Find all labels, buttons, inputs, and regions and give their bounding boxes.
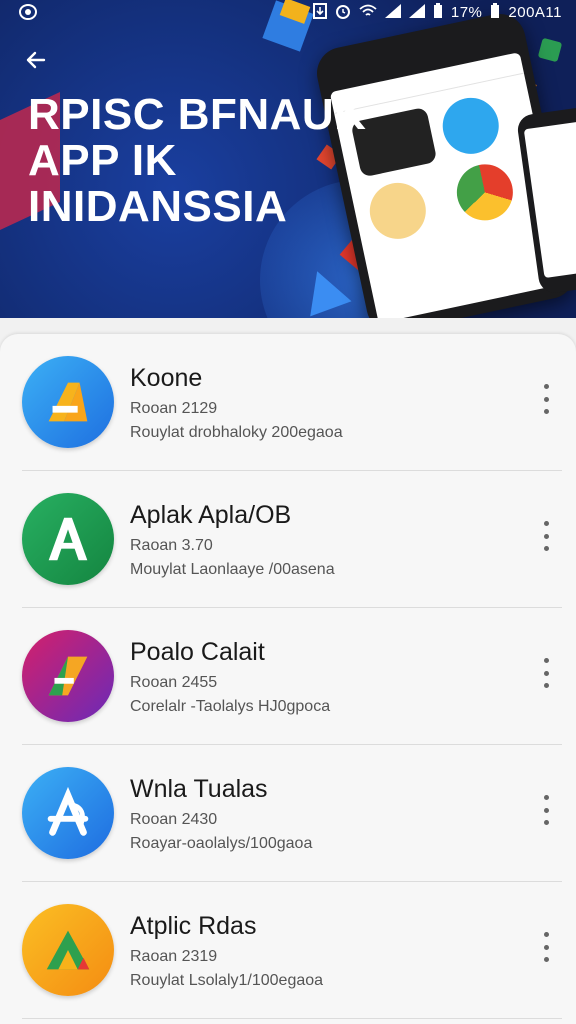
app-description: Roayar-oaolalys/100gaoa (130, 835, 313, 852)
app-meta: Rooan 2430 (130, 811, 218, 828)
list-item[interactable]: Aplak Apla/OB Raoan 3.70 Mouylat Laonlaa… (0, 471, 576, 608)
app-name: Aplak Apla/OB (130, 501, 292, 529)
arrow-left-icon (26, 51, 46, 69)
decorative-shape (537, 37, 563, 63)
more-options-button[interactable] (534, 384, 558, 414)
download-icon (312, 3, 327, 22)
app-list: Koone Rooan 2129 Rouylat drobhaloky 200e… (0, 334, 576, 1024)
app-icon (22, 767, 114, 859)
app-icon (22, 904, 114, 996)
signal-icon (384, 4, 401, 21)
notification-icon (18, 3, 38, 26)
app-name: Koone (130, 364, 203, 392)
battery-icon-secondary (490, 3, 500, 22)
app-name: Atplic Rdas (130, 912, 257, 940)
app-icon (22, 630, 114, 722)
battery-icon (433, 3, 443, 22)
app-meta: Rooan 2455 (130, 674, 218, 691)
app-description: Rouylat drobhaloky 200egaoa (130, 424, 343, 441)
app-description: Mouylat Laonlaaye /00asena (130, 561, 335, 578)
header-banner: RPISC BFNAUK APP IK INIDANSSIA (0, 0, 576, 318)
battery-percentage: 17% (450, 4, 483, 21)
title-line: APP IK (28, 136, 177, 185)
app-description: Rouylat Lsolaly1/100egaoa (130, 972, 324, 989)
phone-app-tile (437, 92, 504, 160)
clock: 200A11 (508, 4, 562, 21)
more-options-button[interactable] (534, 521, 558, 551)
title-line: RPISC BFNAUK (28, 90, 367, 139)
app-meta: Raoan 3.70 (130, 537, 213, 554)
app-meta: Rooan 2129 (130, 400, 218, 417)
app-meta: Raoan 2319 (130, 948, 218, 965)
list-item[interactable]: Koone Rooan 2129 Rouylat drobhaloky 200e… (0, 334, 576, 471)
back-button[interactable] (22, 46, 52, 76)
app-name: Poalo Calait (130, 638, 265, 666)
list-item[interactable]: Wnla Tualas Rooan 2430 Roayar-oaolalys/1… (0, 745, 576, 882)
signal-icon-secondary (408, 4, 425, 21)
alarm-icon (335, 3, 351, 22)
wifi-icon (359, 4, 377, 21)
divider (22, 1018, 562, 1019)
more-options-button[interactable] (534, 795, 558, 825)
phone-app-tile (451, 159, 519, 226)
more-options-button[interactable] (534, 932, 558, 962)
status-bar: 17% 200A11 (0, 0, 576, 26)
list-item[interactable]: Atplic Rdas Raoan 2319 Rouylat Lsolaly1/… (0, 882, 576, 1019)
more-options-button[interactable] (534, 658, 558, 688)
list-item[interactable]: Poalo Calait Rooan 2455 Corelalr -Taolal… (0, 608, 576, 745)
app-icon (22, 493, 114, 585)
page-title: RPISC BFNAUK APP IK INIDANSSIA (28, 92, 366, 230)
app-name: Wnla Tualas (130, 775, 268, 803)
app-icon (22, 356, 114, 448)
app-description: Corelalr -Taolalys HJ0gpoca (130, 698, 331, 715)
title-line: INIDANSSIA (28, 182, 288, 231)
phone-app-tile (364, 177, 432, 245)
